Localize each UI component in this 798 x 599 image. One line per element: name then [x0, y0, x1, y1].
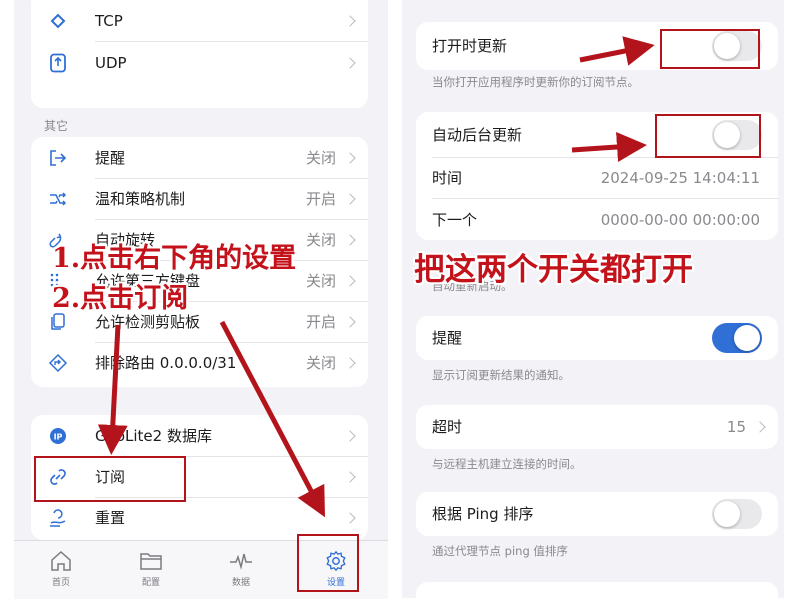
annotation-step2: 2.点击订阅 [52, 283, 189, 314]
arrow-to-settings [219, 320, 325, 518]
arrow-to-auto-update [571, 132, 647, 162]
arrow-to-open-update [579, 36, 655, 66]
annotation-right-note: 把这两个开关都打开 [414, 252, 693, 288]
arrow-to-subscription [97, 324, 128, 455]
annotation-step1: 1.点击右下角的设置 [52, 243, 297, 274]
